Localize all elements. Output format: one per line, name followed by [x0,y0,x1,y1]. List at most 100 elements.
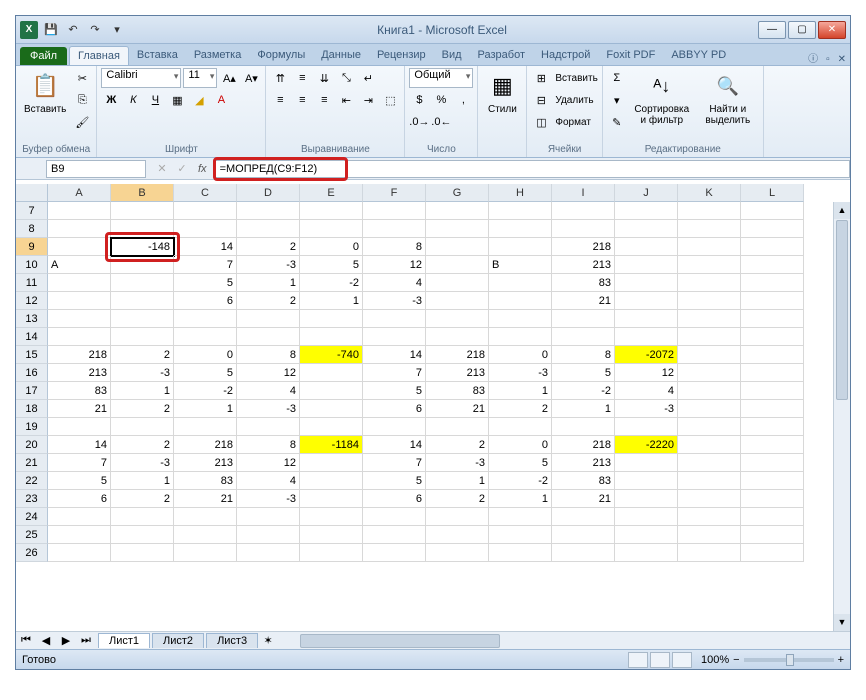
cell[interactable]: -2 [174,382,237,400]
cell[interactable]: 1 [489,382,552,400]
cell[interactable] [741,400,804,418]
cell[interactable] [678,328,741,346]
autosum-icon[interactable]: Σ [607,68,627,88]
cell[interactable] [300,472,363,490]
name-box[interactable] [46,160,146,178]
cell[interactable] [48,220,111,238]
cell[interactable]: 21 [174,490,237,508]
cell[interactable]: -3 [237,400,300,418]
undo-icon[interactable]: ↶ [64,21,82,39]
redo-icon[interactable]: ↷ [86,21,104,39]
cell[interactable] [489,238,552,256]
cell[interactable] [111,256,174,274]
cell[interactable]: 83 [552,274,615,292]
cell[interactable]: 213 [174,454,237,472]
sheet-nav-last-icon[interactable]: ⏭ [76,631,96,651]
cell[interactable] [741,436,804,454]
cell[interactable] [111,328,174,346]
clear-icon[interactable]: ✎ [607,112,627,132]
cell[interactable] [678,256,741,274]
cell[interactable] [552,328,615,346]
page-break-view-icon[interactable] [672,652,692,668]
cell[interactable] [489,526,552,544]
cell[interactable] [174,220,237,238]
font-size-combo[interactable]: 11 [183,68,217,88]
cell[interactable]: 7 [363,364,426,382]
cell[interactable] [300,490,363,508]
format-painter-icon[interactable]: 🖌 [72,112,92,132]
cell[interactable]: 6 [48,490,111,508]
cell[interactable]: 1 [237,274,300,292]
format-cells-icon[interactable]: ◫ [531,112,551,132]
cell[interactable]: 5 [489,454,552,472]
cell[interactable] [300,508,363,526]
cell[interactable] [489,310,552,328]
fill-icon[interactable]: ▾ [607,90,627,110]
row-header[interactable]: 24 [16,508,48,526]
cell[interactable] [174,310,237,328]
cell[interactable] [615,238,678,256]
row-header[interactable]: 26 [16,544,48,562]
cell[interactable]: 5 [174,364,237,382]
cell[interactable] [741,526,804,544]
cell[interactable]: 213 [552,454,615,472]
row-header[interactable]: 14 [16,328,48,346]
cell[interactable] [237,418,300,436]
page-layout-view-icon[interactable] [650,652,670,668]
ribbon-tab-7[interactable]: Разработ [470,46,533,65]
cell[interactable] [300,400,363,418]
increase-font-icon[interactable]: A▴ [219,68,239,88]
cell[interactable]: 2 [111,346,174,364]
new-sheet-icon[interactable]: ✶ [258,631,278,651]
cell[interactable] [678,202,741,220]
column-header[interactable]: H [489,184,552,202]
cell[interactable]: 4 [237,382,300,400]
cell[interactable] [741,346,804,364]
cell[interactable] [552,202,615,220]
cell[interactable]: 2 [111,436,174,454]
align-center-icon[interactable]: ≡ [292,90,312,110]
cell[interactable] [615,220,678,238]
cell[interactable]: 0 [489,346,552,364]
cell[interactable] [552,418,615,436]
cell[interactable] [741,238,804,256]
increase-decimal-icon[interactable]: .0→ [409,112,429,132]
align-bottom-icon[interactable]: ⇊ [314,68,334,88]
cell[interactable] [615,328,678,346]
cell[interactable] [426,274,489,292]
cell[interactable] [237,544,300,562]
column-header[interactable]: K [678,184,741,202]
cell[interactable] [741,544,804,562]
cell[interactable] [489,202,552,220]
comma-icon[interactable]: , [453,90,473,110]
cell[interactable] [741,310,804,328]
cell[interactable]: 1 [111,382,174,400]
cell[interactable]: -2 [300,274,363,292]
cell[interactable] [678,454,741,472]
cell[interactable]: 213 [552,256,615,274]
cell[interactable]: 4 [363,274,426,292]
scroll-up-icon[interactable]: ▲ [834,202,850,219]
cell[interactable]: 8 [237,436,300,454]
qat-dropdown-icon[interactable]: ▾ [108,21,126,39]
row-header[interactable]: 22 [16,472,48,490]
row-header[interactable]: 12 [16,292,48,310]
scroll-down-icon[interactable]: ▼ [834,614,850,631]
cell[interactable] [741,418,804,436]
vertical-scrollbar[interactable]: ▲ ▼ [833,202,850,631]
cell[interactable] [678,292,741,310]
close-button[interactable]: ✕ [818,21,846,39]
cell[interactable]: 2 [237,292,300,310]
cell[interactable] [111,202,174,220]
cell[interactable]: 218 [552,238,615,256]
column-header[interactable]: E [300,184,363,202]
cell[interactable] [48,544,111,562]
cell[interactable]: -1184 [300,436,363,454]
cell[interactable]: 7 [48,454,111,472]
align-right-icon[interactable]: ≡ [314,90,334,110]
scroll-thumb[interactable] [300,634,500,648]
cell[interactable]: 0 [300,238,363,256]
cell[interactable] [741,328,804,346]
column-header[interactable]: J [615,184,678,202]
cell[interactable] [489,544,552,562]
